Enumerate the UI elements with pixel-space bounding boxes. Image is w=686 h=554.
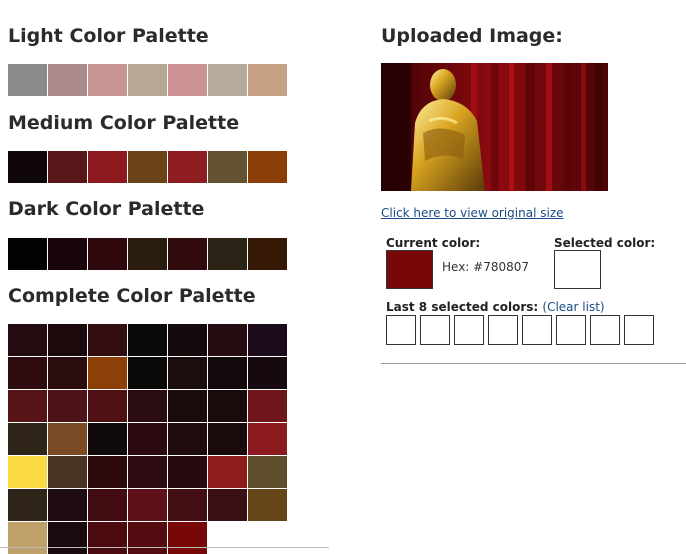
- medium-swatch[interactable]: [208, 151, 247, 183]
- current-color-label: Current color:: [386, 236, 481, 250]
- medium-swatch[interactable]: [48, 151, 87, 183]
- complete-swatch[interactable]: [168, 522, 207, 554]
- last-selected-label-text: Last 8 selected colors:: [386, 300, 539, 314]
- dark-palette: [8, 238, 287, 270]
- uploaded-image-heading: Uploaded Image:: [381, 25, 563, 47]
- complete-swatch[interactable]: [128, 456, 167, 488]
- light-swatch[interactable]: [248, 64, 287, 96]
- last-selected-slot[interactable]: [556, 315, 586, 345]
- dark-swatch[interactable]: [168, 238, 207, 270]
- complete-swatch[interactable]: [208, 357, 247, 389]
- last-selected-slot[interactable]: [488, 315, 518, 345]
- complete-palette-grid: [8, 324, 289, 554]
- medium-swatch[interactable]: [8, 151, 47, 183]
- complete-swatch[interactable]: [88, 456, 127, 488]
- oscar-statue-image: [381, 63, 608, 191]
- selected-color-label: Selected color:: [554, 236, 656, 250]
- complete-swatch[interactable]: [88, 489, 127, 521]
- medium-palette-heading: Medium Color Palette: [8, 112, 240, 134]
- complete-swatch[interactable]: [168, 489, 207, 521]
- view-original-size-link[interactable]: Click here to view original size: [381, 206, 564, 220]
- current-color-hex: Hex: #780807: [442, 260, 530, 274]
- light-swatch[interactable]: [208, 64, 247, 96]
- right-divider: [381, 363, 686, 364]
- complete-swatch[interactable]: [48, 522, 87, 554]
- divider: [0, 547, 329, 548]
- complete-swatch[interactable]: [8, 456, 47, 488]
- current-color-swatch: [386, 250, 433, 289]
- light-palette: [8, 64, 287, 96]
- complete-swatch[interactable]: [8, 390, 47, 422]
- medium-swatch[interactable]: [88, 151, 127, 183]
- complete-swatch[interactable]: [168, 423, 207, 455]
- light-palette-heading: Light Color Palette: [8, 25, 209, 47]
- complete-swatch[interactable]: [208, 390, 247, 422]
- complete-swatch[interactable]: [128, 489, 167, 521]
- last-selected-slot[interactable]: [420, 315, 450, 345]
- last-selected-slot[interactable]: [590, 315, 620, 345]
- complete-swatch[interactable]: [48, 390, 87, 422]
- complete-swatch[interactable]: [208, 423, 247, 455]
- complete-swatch[interactable]: [208, 456, 247, 488]
- complete-swatch[interactable]: [128, 522, 167, 554]
- complete-swatch[interactable]: [208, 324, 247, 356]
- complete-swatch[interactable]: [168, 324, 207, 356]
- complete-swatch[interactable]: [248, 423, 287, 455]
- dark-swatch[interactable]: [48, 238, 87, 270]
- complete-swatch[interactable]: [88, 390, 127, 422]
- dark-swatch[interactable]: [128, 238, 167, 270]
- complete-swatch[interactable]: [88, 357, 127, 389]
- medium-swatch[interactable]: [248, 151, 287, 183]
- complete-swatch[interactable]: [168, 357, 207, 389]
- complete-swatch[interactable]: [248, 489, 287, 521]
- complete-swatch[interactable]: [8, 423, 47, 455]
- light-swatch[interactable]: [168, 64, 207, 96]
- last-selected-slot[interactable]: [624, 315, 654, 345]
- complete-swatch[interactable]: [168, 456, 207, 488]
- complete-swatch[interactable]: [8, 489, 47, 521]
- last-selected-slot[interactable]: [386, 315, 416, 345]
- dark-swatch[interactable]: [208, 238, 247, 270]
- complete-swatch[interactable]: [88, 522, 127, 554]
- complete-swatch[interactable]: [48, 357, 87, 389]
- complete-swatch[interactable]: [248, 456, 287, 488]
- complete-swatch[interactable]: [128, 324, 167, 356]
- complete-swatch[interactable]: [168, 390, 207, 422]
- complete-swatch[interactable]: [8, 324, 47, 356]
- complete-swatch[interactable]: [48, 423, 87, 455]
- complete-swatch[interactable]: [248, 324, 287, 356]
- last-selected-colors: [386, 315, 654, 345]
- clear-list-link[interactable]: (Clear list): [542, 300, 604, 314]
- dark-palette-heading: Dark Color Palette: [8, 198, 205, 220]
- last-selected-slot[interactable]: [522, 315, 552, 345]
- uploaded-image: [381, 63, 608, 191]
- light-swatch[interactable]: [88, 64, 127, 96]
- dark-swatch[interactable]: [248, 238, 287, 270]
- complete-swatch[interactable]: [88, 324, 127, 356]
- complete-swatch[interactable]: [128, 357, 167, 389]
- complete-palette-heading: Complete Color Palette: [8, 285, 256, 307]
- dark-swatch[interactable]: [8, 238, 47, 270]
- complete-swatch[interactable]: [48, 324, 87, 356]
- light-swatch[interactable]: [48, 64, 87, 96]
- complete-swatch[interactable]: [48, 456, 87, 488]
- complete-swatch[interactable]: [128, 390, 167, 422]
- complete-swatch[interactable]: [128, 423, 167, 455]
- complete-swatch[interactable]: [248, 357, 287, 389]
- light-swatch[interactable]: [128, 64, 167, 96]
- complete-swatch[interactable]: [88, 423, 127, 455]
- complete-swatch[interactable]: [248, 390, 287, 422]
- medium-swatch[interactable]: [128, 151, 167, 183]
- medium-swatch[interactable]: [168, 151, 207, 183]
- dark-swatch[interactable]: [88, 238, 127, 270]
- last-selected-slot[interactable]: [454, 315, 484, 345]
- light-swatch[interactable]: [8, 64, 47, 96]
- selected-color-swatch: [554, 250, 601, 289]
- complete-swatch[interactable]: [208, 489, 247, 521]
- medium-palette: [8, 151, 287, 183]
- complete-swatch[interactable]: [8, 357, 47, 389]
- complete-swatch[interactable]: [48, 489, 87, 521]
- last-selected-label: Last 8 selected colors: (Clear list): [386, 300, 605, 314]
- complete-swatch[interactable]: [8, 522, 47, 554]
